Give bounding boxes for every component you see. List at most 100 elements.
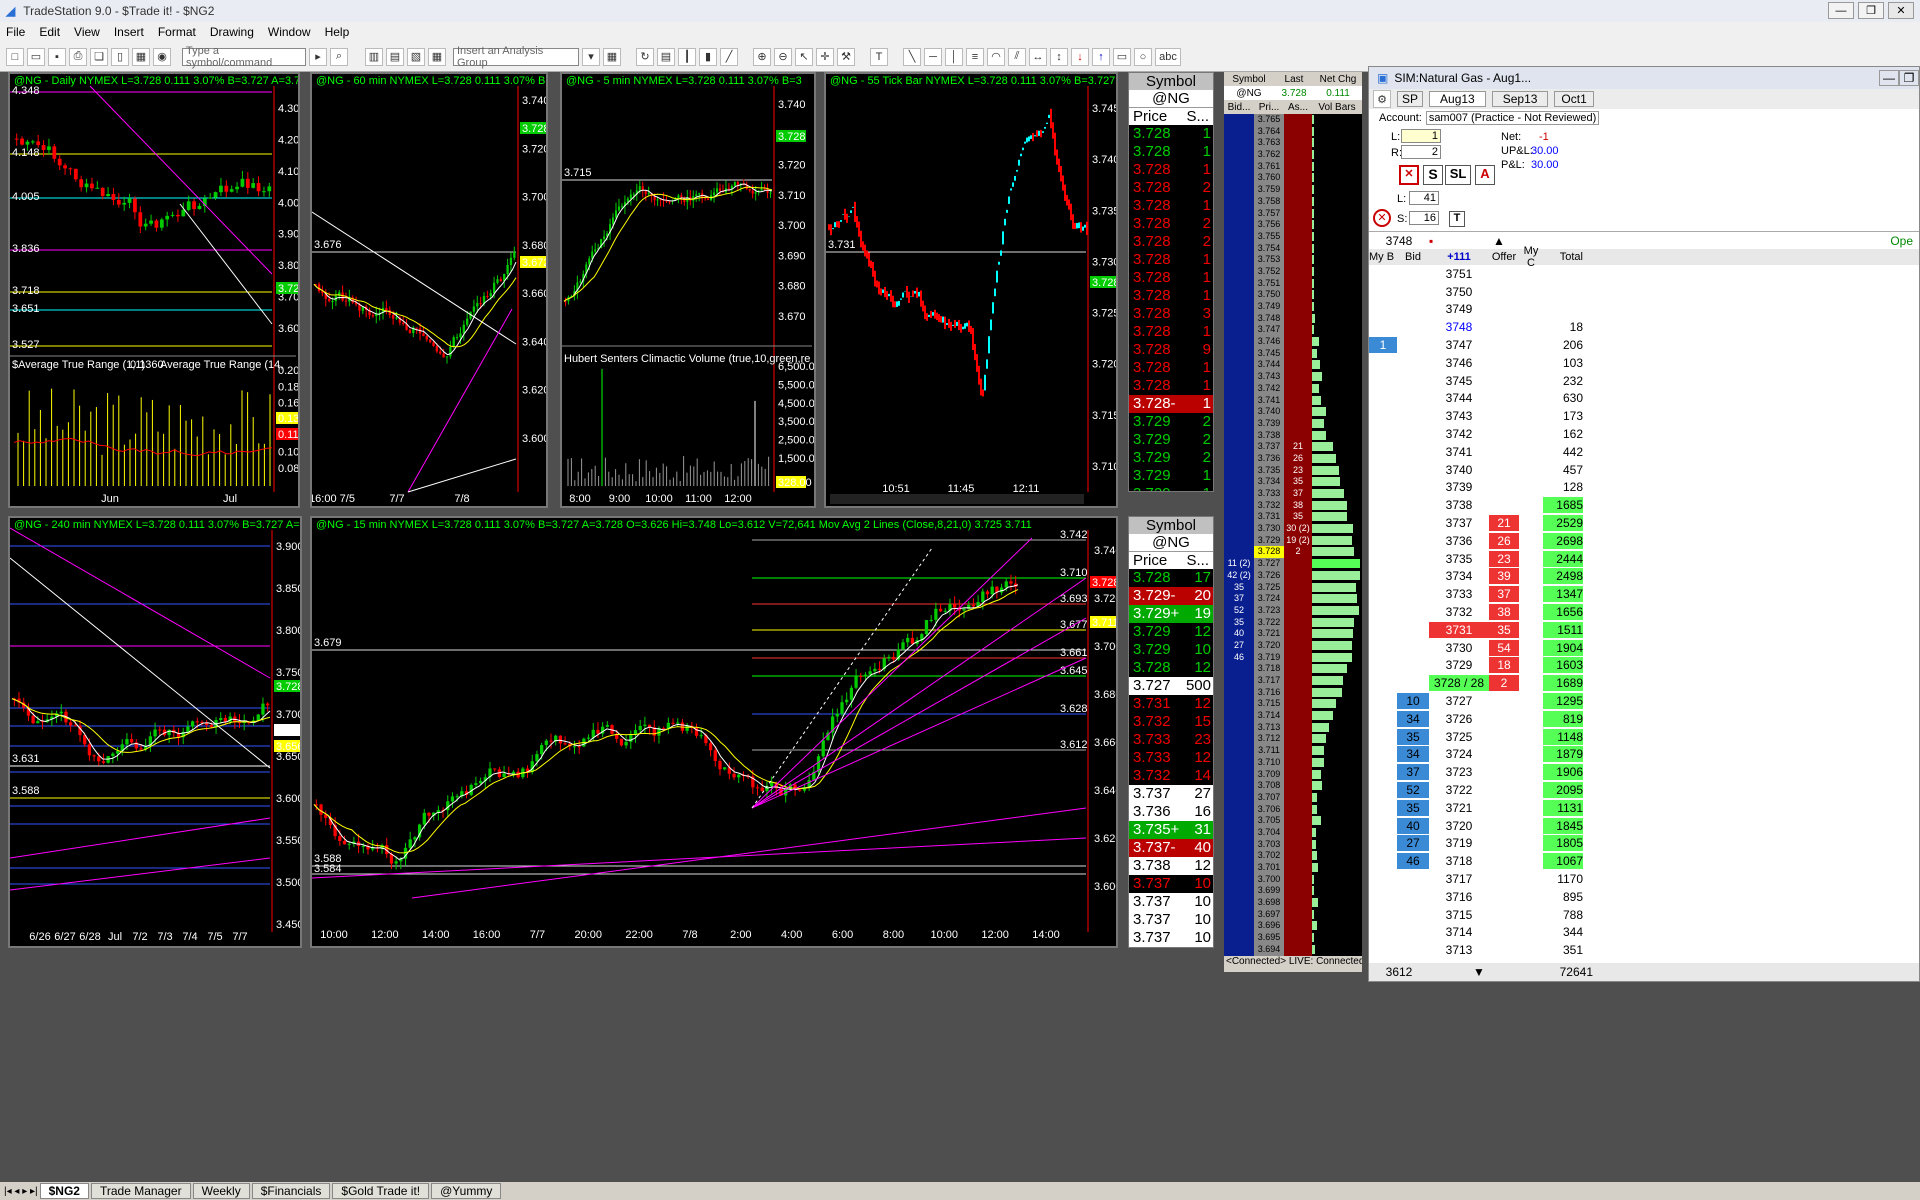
globe-icon[interactable]: ◉ (153, 47, 171, 66)
matrix-offer[interactable] (1489, 907, 1519, 923)
matrix-offer[interactable] (1489, 835, 1519, 851)
account-select[interactable]: sam007 (Practice - Not Reviewed) (1425, 111, 1600, 125)
workspace-icon[interactable]: ▦ (603, 47, 621, 66)
matrix-row[interactable]: 3746 103 (1369, 354, 1919, 372)
menu-edit[interactable]: Edit (39, 25, 60, 39)
matrix-row[interactable]: 3731 35 1511 (1369, 620, 1919, 639)
ladder-row[interactable]: 3.710 (1224, 756, 1362, 769)
ladder-row[interactable]: 3.708 (1224, 780, 1362, 792)
matrix-bid[interactable]: 35 (1397, 799, 1429, 816)
ladder-row[interactable]: 3.703 (1224, 838, 1362, 851)
ladder-row[interactable]: 3.765 (1224, 114, 1362, 126)
matrix-offer[interactable] (1489, 924, 1519, 940)
text-tool-icon[interactable]: T (870, 47, 888, 66)
matrix-bid[interactable]: 37 (1397, 764, 1429, 781)
matrix-row[interactable]: 34 3724 1879 (1369, 746, 1919, 764)
ladder-row[interactable]: 3.742 (1224, 382, 1362, 395)
ladder-row[interactable]: 3.740 (1224, 406, 1362, 418)
r-quantity[interactable]: 2 (1401, 145, 1441, 159)
matrix-offer[interactable]: 38 (1489, 604, 1519, 621)
chart-15min[interactable]: 3.740 3.720 3.700 3.680 3.660 3.640 3.620 3.600… (310, 516, 1118, 948)
matrix-row[interactable]: 3750 (1369, 283, 1919, 301)
matrix-bid[interactable]: 34 (1397, 746, 1429, 763)
fib-icon[interactable]: ≡ (966, 47, 984, 66)
candle-icon[interactable]: ▮ (699, 47, 717, 66)
matrix-offer[interactable]: 21 (1489, 515, 1519, 532)
data-icon[interactable]: ▤ (657, 47, 675, 66)
ladder-row[interactable]: 3.712 (1224, 733, 1362, 746)
matrix-offer[interactable] (1489, 818, 1519, 834)
matrix-offer[interactable] (1489, 408, 1519, 424)
ladder-row[interactable]: 3.753 (1224, 254, 1362, 266)
time-sales-2[interactable]: Symbol @NG Price S... 3.728 17 3.729- 20 3.72… (1128, 516, 1214, 948)
stop-limit-button[interactable]: SL (1445, 165, 1471, 185)
minimize-button[interactable]: — (1828, 2, 1854, 19)
matrix-row[interactable]: 3735 23 2444 (1369, 550, 1919, 568)
symbol-input[interactable]: Type a symbol/command (182, 45, 306, 69)
matrix-bid[interactable] (1397, 373, 1429, 389)
matrix-offer[interactable] (1489, 729, 1519, 745)
matrix-bid[interactable] (1397, 907, 1429, 923)
matrix-bid[interactable]: 35 (1397, 728, 1429, 745)
tab-trade-manager[interactable]: Trade Manager (90, 1183, 191, 1199)
ladder-row[interactable]: 3.762 (1224, 149, 1362, 161)
matrix-row[interactable]: 35 3721 1131 (1369, 799, 1919, 817)
ladder-row[interactable]: 3.745 (1224, 347, 1362, 360)
matrix-offer[interactable]: 2 (1489, 675, 1519, 692)
matrix-offer[interactable] (1489, 319, 1519, 335)
matrix-offer[interactable]: 18 (1489, 657, 1519, 674)
tab-nav-icons[interactable]: |◂ ◂ ▸ ▸| (4, 1186, 38, 1197)
ladder-row[interactable]: 3.746 (1224, 336, 1362, 348)
matrix-bid[interactable] (1397, 640, 1429, 656)
matrix-row[interactable]: 3743 173 (1369, 407, 1919, 425)
chart-240min[interactable]: 3.9003.8503.8003.7503.7003.6503.6003.550… (8, 516, 302, 948)
matrix-offer[interactable] (1489, 462, 1519, 478)
arrow-up-icon[interactable]: ↑ (1092, 47, 1110, 66)
ladder-row[interactable]: 37 3.724 (1224, 593, 1362, 605)
matrix-row[interactable]: 3715 788 (1369, 906, 1919, 924)
crosshair-icon[interactable]: ✛ (816, 47, 834, 66)
menu-format[interactable]: Format (158, 25, 196, 39)
analysis-group-select[interactable]: Insert an Analysis Group (453, 45, 579, 69)
chart-daily[interactable]: 4.3484.1484.0053.8363.7183.6513.5274.300… (8, 72, 300, 508)
maximize-button[interactable]: ❐ (1858, 2, 1884, 19)
matrix-bid[interactable] (1397, 479, 1429, 495)
matrix-row[interactable]: 3716 895 (1369, 888, 1919, 906)
chart-55tick[interactable]: 3.745 3.740 3.735 3.730 3.725 3.720 3.715 3.710… (824, 72, 1118, 508)
ladder-row[interactable]: 3.739 (1224, 417, 1362, 430)
ladder-row[interactable]: 3.714 (1224, 710, 1362, 722)
sell-button[interactable]: S (1423, 165, 1443, 185)
ladder-row[interactable]: 3.731 35 (1224, 511, 1362, 524)
matrix-row[interactable]: 37 3723 1906 (1369, 763, 1919, 781)
ladder-row[interactable]: 27 3.720 (1224, 639, 1362, 652)
vline-icon[interactable]: │ (945, 47, 963, 66)
ladder-row[interactable]: 3.728 2 (1224, 546, 1362, 559)
ladder-row[interactable]: 3.749 (1224, 301, 1362, 313)
ladder-row[interactable]: 3.743 (1224, 371, 1362, 383)
matrix-offer[interactable]: 37 (1489, 586, 1519, 603)
matrix-bid[interactable]: 46 (1397, 853, 1429, 870)
refresh-icon[interactable]: ↻ (636, 47, 654, 66)
matrix-offer[interactable]: 54 (1489, 639, 1519, 656)
ladder-row[interactable]: 3.751 (1224, 277, 1362, 290)
matrix-offer[interactable] (1489, 497, 1519, 513)
matrix-row[interactable]: 3737 21 2529 (1369, 514, 1919, 532)
ladder-row[interactable]: 3.761 (1224, 160, 1362, 173)
matrix-offer[interactable]: 26 (1489, 532, 1519, 549)
matrix-bid[interactable] (1397, 622, 1429, 638)
matrix-bid[interactable] (1397, 657, 1429, 673)
matrix-bid[interactable] (1397, 444, 1429, 460)
hammer-icon[interactable]: ⚒ (837, 47, 855, 66)
matrix-row[interactable]: 34 3726 819 (1369, 710, 1919, 728)
matrix-offer[interactable] (1489, 693, 1519, 709)
matrix-row[interactable]: 3728 / 28 2 1689 (1369, 674, 1919, 692)
zoom-out-icon[interactable]: ⊖ (774, 47, 792, 66)
alert-button[interactable]: A (1475, 165, 1495, 185)
matrix-row[interactable]: 3713 351 (1369, 941, 1919, 959)
ladder-row[interactable]: 3.750 (1224, 289, 1362, 301)
go-icon[interactable]: ▸ (309, 47, 327, 66)
tab-ng2[interactable]: $NG2 (39, 1183, 89, 1199)
ladder-row[interactable]: 3.744 (1224, 359, 1362, 372)
ladder-row[interactable]: 3.748 (1224, 312, 1362, 325)
matrix-row[interactable]: 27 3719 1805 (1369, 835, 1919, 853)
